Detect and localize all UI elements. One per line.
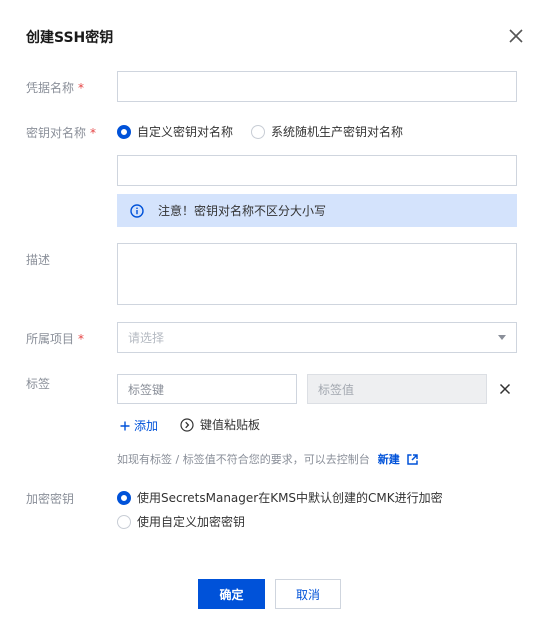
radio-unchecked-icon xyxy=(251,124,265,139)
required-mark: * xyxy=(90,126,97,140)
tag-key-input[interactable]: 标签键 xyxy=(117,374,297,404)
paste-board-label: 键值粘贴板 xyxy=(200,418,261,432)
radio-unchecked-icon xyxy=(117,514,131,529)
case-insensitive-notice: 注意！密钥对名称不区分大小写 xyxy=(117,194,517,227)
plus-icon xyxy=(120,421,130,430)
external-link-icon xyxy=(406,453,418,465)
required-mark: * xyxy=(78,81,85,95)
confirm-button[interactable]: 确定 xyxy=(198,579,265,609)
tag-hint: 如现有标签 / 标签值不符合您的要求，可以去控制台 新建 xyxy=(117,451,418,467)
info-icon xyxy=(130,203,144,218)
tag-key-placeholder: 标签键 xyxy=(128,382,165,397)
add-tag-button[interactable]: 添加 xyxy=(120,417,158,434)
tag-value-input[interactable]: 标签值 xyxy=(307,374,487,404)
circle-arrow-icon xyxy=(180,417,194,432)
radio-checked-icon xyxy=(117,124,131,139)
cancel-button[interactable]: 取消 xyxy=(275,579,341,609)
required-mark: * xyxy=(78,332,85,346)
radio-label: 自定义密钥对名称 xyxy=(137,125,234,139)
radio-custom-key-pair-name[interactable]: 自定义密钥对名称 xyxy=(117,123,233,140)
tags-label: 标签 xyxy=(26,377,51,391)
project-label: 所属项目 * xyxy=(26,332,85,346)
radio-label: 使用SecretsManager在KMS中默认创建的CMK进行加密 xyxy=(137,491,443,505)
create-ssh-key-dialog: 创建SSH密钥 凭据名称 * 密钥对名称 * 自定义密钥对名称 系统随机生产密钥对名… xyxy=(0,0,546,629)
project-placeholder: 请选择 xyxy=(128,331,165,345)
project-select[interactable]: 请选择 xyxy=(117,322,517,353)
tag-hint-text: 如现有标签 / 标签值不符合您的要求，可以去控制台 xyxy=(117,453,370,466)
description-field[interactable] xyxy=(117,243,517,305)
credential-name-field[interactable] xyxy=(117,71,517,102)
caret-down-icon xyxy=(498,335,506,340)
radio-checked-icon xyxy=(117,490,131,505)
remove-tag-icon[interactable] xyxy=(499,383,511,395)
new-tag-link[interactable]: 新建 xyxy=(378,451,400,467)
tag-value-placeholder: 标签值 xyxy=(318,382,355,397)
radio-default-cmk[interactable]: 使用SecretsManager在KMS中默认创建的CMK进行加密 xyxy=(117,489,443,506)
radio-label: 使用自定义加密密钥 xyxy=(137,515,246,529)
credential-name-input[interactable] xyxy=(118,72,516,101)
key-pair-name-field[interactable] xyxy=(117,155,517,186)
radio-custom-key[interactable]: 使用自定义加密密钥 xyxy=(117,513,245,530)
key-pair-name-input[interactable] xyxy=(118,156,516,185)
paste-board-button[interactable]: 键值粘贴板 xyxy=(180,416,260,433)
add-tag-label: 添加 xyxy=(134,419,159,433)
radio-random-key-pair-name[interactable]: 系统随机生产密钥对名称 xyxy=(251,123,403,140)
close-icon[interactable] xyxy=(509,29,527,47)
dialog-title: 创建SSH密钥 xyxy=(26,30,114,46)
notice-text: 注意！密钥对名称不区分大小写 xyxy=(158,204,327,218)
description-textarea[interactable] xyxy=(118,244,516,304)
encryption-key-label: 加密密钥 xyxy=(26,492,75,506)
key-pair-name-label: 密钥对名称 * xyxy=(26,126,97,140)
credential-name-label: 凭据名称 * xyxy=(26,81,85,95)
description-label: 描述 xyxy=(26,253,51,267)
radio-label: 系统随机生产密钥对名称 xyxy=(271,125,404,139)
